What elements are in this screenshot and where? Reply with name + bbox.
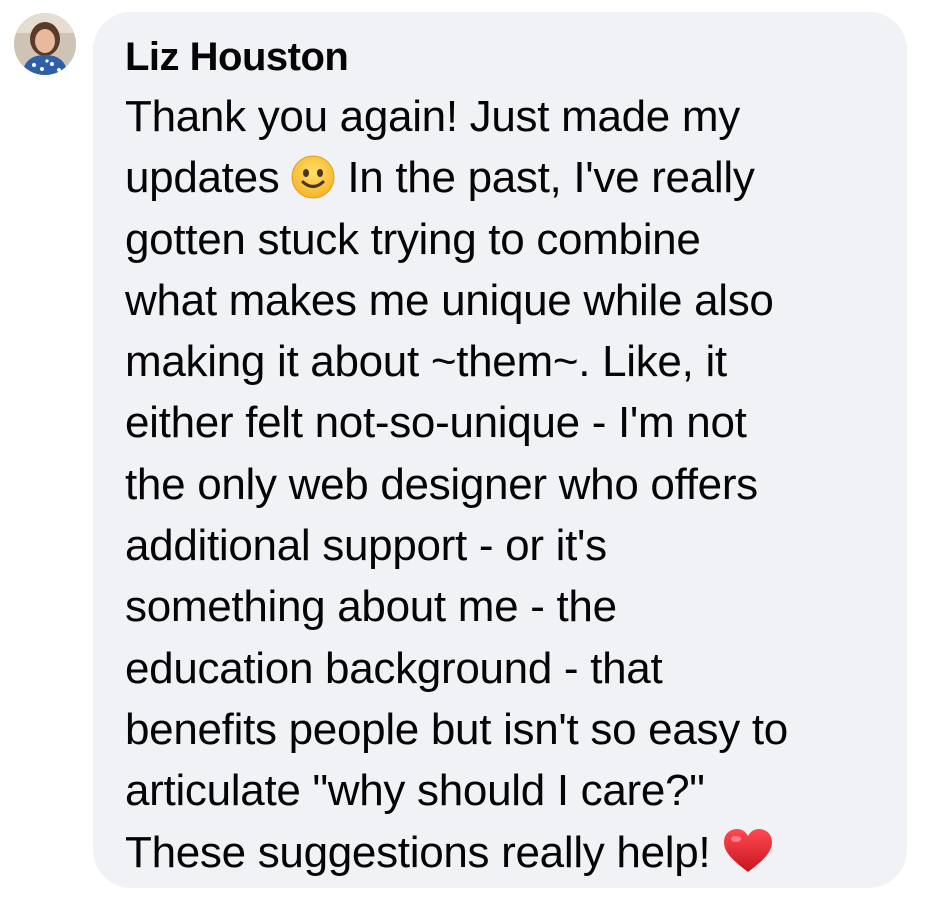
comment-line: the only web designer who offers [125,459,758,509]
comment-line-part: These suggestions really help! [125,827,711,877]
comment-line: making it about ~them~. Like, it [125,337,727,387]
comment-line-with-emoji: These suggestions really help! [125,822,907,883]
comment-line: Thank you again! Just made my [125,92,740,141]
comment-line: benefits people but isn't so easy to [125,704,788,754]
avatar[interactable] [14,13,76,75]
comment-line: additional support - or it's [125,521,607,571]
comment-line: what makes me unique while also [125,275,774,325]
slightly-smiling-face-icon [291,155,335,199]
comment-author[interactable]: Liz Houston [125,34,907,80]
profile-photo-icon [14,13,76,75]
comment-line-part: updates [125,153,280,203]
comment-line: something about me - the [125,582,617,632]
comment-line: gotten stuck trying to combine [125,214,701,264]
comment-text: Thank you again! Just made my updates In… [125,86,907,883]
comment-bubble: Liz Houston Thank you again! Just made m… [93,12,907,888]
red-heart-icon [722,828,774,874]
comment-line: either felt not-so-unique - I'm not [125,398,747,448]
comment-line: education background - that [125,643,663,693]
comment-line: articulate "why should I care?" [125,766,705,816]
comment-line-part: In the past, I've really [347,153,755,203]
comment-line-with-emoji: updates In the past, I've really [125,147,907,208]
